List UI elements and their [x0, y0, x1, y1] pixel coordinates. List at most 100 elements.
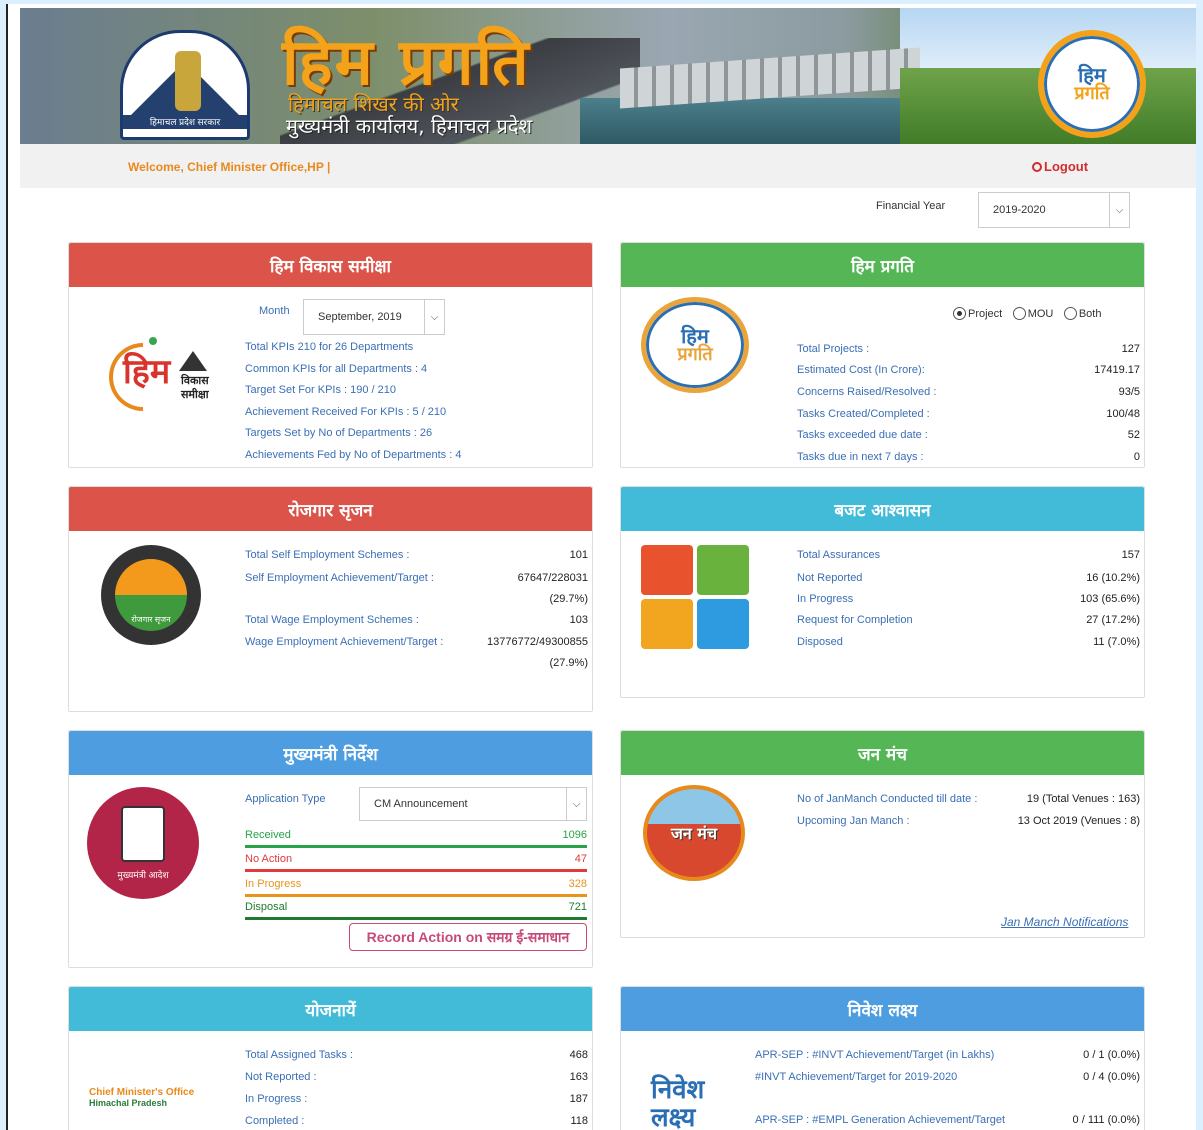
- stat-value: 93/5: [1118, 386, 1140, 398]
- stat-value: 0 / 4 (0.0%): [1083, 1071, 1140, 1083]
- panel-rozgar: रोजगार सृजन रोजगार सृजन Total Self Emplo…: [68, 486, 593, 712]
- stat-value: 67647/228031: [517, 572, 588, 584]
- panel-nivesh: निवेश लक्ष्य निवेश लक्ष्य APR-SEP : #INV…: [620, 986, 1145, 1130]
- stat-label: Self Employment Achievement/Target :: [245, 572, 434, 584]
- kpi-line: Targets Set by No of Departments : 26: [245, 427, 433, 439]
- stat-label: APR-SEP : #INVT Achievement/Target (in L…: [755, 1049, 995, 1061]
- jan-manch-logo-text: जन मंच: [670, 824, 718, 843]
- stat-value: 163: [569, 1071, 588, 1083]
- stat-label: In Progress: [797, 593, 854, 605]
- him-vikas-logo-main: हिम: [123, 352, 171, 392]
- stat-value: 17419.17: [1094, 364, 1140, 376]
- pie-chart-icon: [641, 599, 693, 649]
- radio-mou[interactable]: MOU: [1012, 307, 1054, 320]
- stat-value: 127: [1121, 343, 1140, 355]
- cm-order-logo: मुख्यमंत्री आदेश: [87, 787, 199, 899]
- stat-value: 187: [569, 1093, 588, 1105]
- month-select[interactable]: September, 2019 ⌵: [303, 299, 445, 335]
- welcome-text: Welcome, Chief Minister Office,HP |: [128, 160, 331, 174]
- bar-chart-icon: [641, 545, 693, 595]
- chevron-down-icon: ⌵: [566, 788, 586, 820]
- kpi-line: Achievement Received For KPIs : 5 / 210: [245, 406, 447, 418]
- stat-label: Request for Completion: [797, 614, 913, 626]
- panel-him-pragati: हिम प्रगति हिम प्रगति Project MOU Both T…: [620, 242, 1145, 468]
- app-office-name: मुख्यमंत्री कार्यालय, हिमाचल प्रदेश: [286, 114, 533, 138]
- him-pragati-panel-logo: हिम प्रगति: [641, 297, 749, 393]
- stat-label: Disposed: [797, 636, 843, 648]
- month-label: Month: [259, 305, 290, 317]
- stat-label: Tasks due in next 7 days :: [797, 451, 924, 463]
- stat-value: 0 / 111 (0.0%): [1072, 1114, 1140, 1126]
- status-bar: [245, 869, 587, 872]
- application-type-select[interactable]: CM Announcement ⌵: [359, 787, 587, 821]
- him-vikas-logo-side2: समीक्षा: [181, 389, 209, 401]
- stat-label: Total Self Employment Schemes :: [245, 549, 410, 561]
- nivesh-logo-line2: लक्ष्य: [651, 1103, 696, 1130]
- application-type-value: CM Announcement: [374, 798, 468, 810]
- panel-jan-manch: जन मंच जन मंच No of JanManch Conducted t…: [620, 730, 1145, 938]
- stat-value: 103: [569, 614, 588, 626]
- financial-year-value: 2019-2020: [993, 204, 1046, 216]
- panel-title: मुख्यमंत्री निर्देश: [69, 731, 592, 775]
- panel-yojnaye: योजनायें Chief Minister's Office Himacha…: [68, 986, 593, 1130]
- status-label: Received: [245, 829, 291, 841]
- him-vikas-logo-side1: विकास: [181, 375, 209, 387]
- wallet-icon: [697, 599, 749, 649]
- logout-button[interactable]: Logout: [1032, 159, 1088, 174]
- stat-value: (29.7%): [549, 593, 588, 605]
- panel-title: योजनायें: [69, 987, 592, 1031]
- stat-label: Concerns Raised/Resolved :: [797, 386, 937, 398]
- stat-value: 52: [1127, 429, 1140, 441]
- stat-value: 118: [570, 1115, 588, 1127]
- stat-value: 100/48: [1106, 408, 1140, 420]
- logo-line2: प्रगति: [1074, 83, 1110, 104]
- app-type-label: Application Type: [245, 793, 326, 805]
- kpi-line: Target Set For KPIs : 190 / 210: [245, 384, 397, 396]
- kpi-line: Total KPIs 210 for 26 Departments: [245, 341, 414, 353]
- cm-logo-text: मुख्यमंत्री आदेश: [117, 869, 169, 880]
- radio-mou-label: MOU: [1027, 307, 1054, 320]
- kpi-line: Achievements Fed by No of Departments : …: [245, 449, 462, 461]
- financial-year-select[interactable]: 2019-2020 ⌵: [978, 192, 1130, 228]
- nivesh-logo-line1: निवेश: [651, 1075, 705, 1105]
- stat-label: Upcoming Jan Manch :: [797, 815, 910, 827]
- stat-label: Wage Employment Achievement/Target :: [245, 636, 444, 648]
- emblem-label: हिमाचल प्रदेश सरकार: [123, 115, 247, 129]
- stat-label: Tasks exceeded due date :: [797, 429, 928, 441]
- record-action-button[interactable]: Record Action on समग्र ई-समाधान: [349, 923, 587, 951]
- panel-title: जन मंच: [621, 731, 1144, 775]
- panel-title: बजट आश्वासन: [621, 487, 1144, 531]
- stat-label: Estimated Cost (In Crore):: [797, 364, 925, 376]
- stat-value: 468: [569, 1049, 588, 1061]
- jan-manch-notifications-link[interactable]: Jan Manch Notifications: [1001, 915, 1128, 929]
- status-label: Disposal: [245, 901, 288, 913]
- stat-value: 103 (65.6%): [1080, 593, 1140, 605]
- status-bar: [245, 845, 587, 848]
- radio-both[interactable]: Both: [1063, 307, 1101, 320]
- panel-title: हिम विकास समीक्षा: [69, 243, 592, 287]
- stat-value: 13776772/49300855: [487, 636, 588, 648]
- stat-label: No of JanManch Conducted till date :: [797, 793, 978, 805]
- radio-project[interactable]: Project: [953, 307, 1002, 320]
- stat-label: Total Assigned Tasks :: [245, 1049, 354, 1061]
- financial-year-label: Financial Year: [876, 200, 946, 212]
- chevron-down-icon: ⌵: [1109, 193, 1129, 227]
- status-value: 47: [574, 853, 587, 865]
- cmo-logo-line1: Chief Minister's Office: [89, 1087, 195, 1098]
- status-label: No Action: [245, 853, 293, 865]
- month-value: September, 2019: [318, 311, 402, 323]
- panel-him-vikas: हिम विकास समीक्षा हिम विकास समीक्षा Mont…: [68, 242, 593, 468]
- cmo-logo-line2: Himachal Pradesh: [89, 1098, 168, 1108]
- stat-label: Total Wage Employment Schemes :: [245, 614, 419, 626]
- welcome-bar: Welcome, Chief Minister Office,HP | Logo…: [20, 144, 1196, 188]
- stat-label: Not Reported :: [245, 1071, 317, 1083]
- power-icon: [1032, 161, 1042, 172]
- status-bar: [245, 917, 587, 920]
- stat-label: APR-SEP : #EMPL Generation Achievement/T…: [755, 1114, 1006, 1126]
- chevron-down-icon: ⌵: [424, 300, 444, 334]
- stat-value: 13 Oct 2019 (Venues : 8): [1017, 815, 1140, 827]
- stat-label: #INVT Achievement/Target for 2019-2020: [755, 1071, 958, 1083]
- stat-label: Total Assurances: [797, 549, 881, 561]
- page-frame: हिमाचल प्रदेश सरकार हिम प्रगति हिमाचल शि…: [6, 4, 1196, 1130]
- panel-title: निवेश लक्ष्य: [621, 987, 1144, 1031]
